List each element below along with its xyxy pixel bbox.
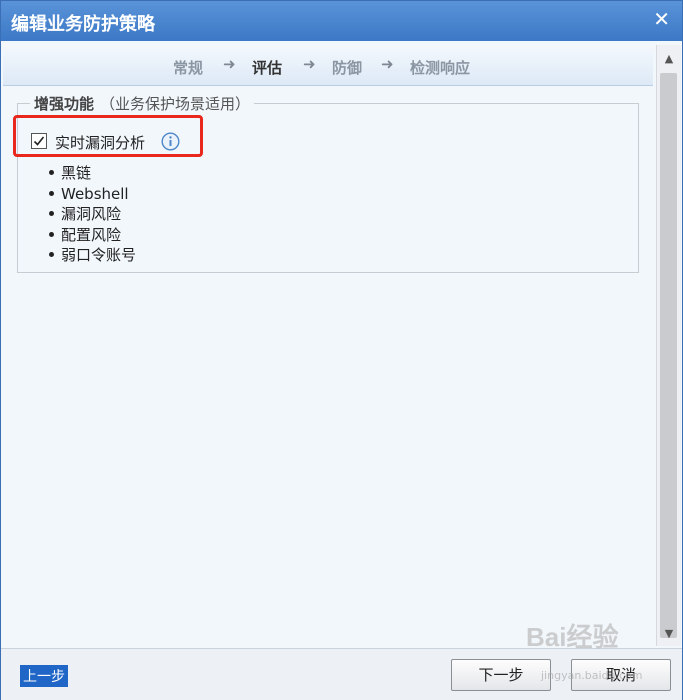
title-bar: 编辑业务防护策略 ✕	[1, 1, 682, 41]
list-item: 漏洞风险	[49, 204, 136, 225]
arrow-right-icon: ➜	[303, 55, 316, 73]
group-title: 增强功能	[34, 95, 95, 113]
scroll-down-icon[interactable]: ▼	[657, 624, 681, 644]
group-subtitle: （业务保护场景适用）	[100, 95, 251, 113]
watermark-logo: Bai经验	[526, 622, 619, 652]
close-icon[interactable]: ✕	[653, 7, 670, 31]
realtime-vuln-label[interactable]: 实时漏洞分析	[55, 132, 145, 153]
list-item: Webshell	[49, 184, 136, 205]
watermark-url: jingyan.baidu.com	[541, 669, 643, 682]
group-legend: 增强功能 （业务保护场景适用）	[30, 93, 254, 114]
checkmark-icon	[33, 136, 45, 146]
policy-dialog: 编辑业务防护策略 ✕ 常规 ➜ 评估 ➜ 防御 ➜ 检测响应 ▲ ▼ 增强功能 （…	[0, 0, 683, 700]
wizard-steps: 常规 ➜ 评估 ➜ 防御 ➜ 检测响应	[3, 45, 653, 86]
scrollbar-thumb[interactable]	[660, 73, 677, 638]
info-icon[interactable]	[161, 132, 180, 151]
step-general[interactable]: 常规	[173, 57, 203, 78]
feature-list: 黑链 Webshell 漏洞风险 配置风险 弱口令账号	[49, 163, 136, 266]
list-item: 配置风险	[49, 225, 136, 246]
arrow-right-icon: ➜	[381, 55, 394, 73]
list-item: 黑链	[49, 163, 136, 184]
step-detect-response[interactable]: 检测响应	[410, 57, 470, 78]
step-assess[interactable]: 评估	[252, 57, 282, 78]
dialog-title: 编辑业务防护策略	[11, 14, 155, 35]
list-item: 弱口令账号	[49, 245, 136, 266]
prev-step-button[interactable]: 上一步	[20, 665, 68, 687]
realtime-vuln-checkbox[interactable]	[31, 133, 47, 149]
arrow-right-icon: ➜	[223, 55, 236, 73]
step-defense[interactable]: 防御	[332, 57, 362, 78]
next-step-button[interactable]: 下一步	[451, 659, 551, 691]
vertical-scrollbar[interactable]: ▲ ▼	[656, 45, 681, 646]
scroll-up-icon[interactable]: ▲	[657, 49, 681, 69]
